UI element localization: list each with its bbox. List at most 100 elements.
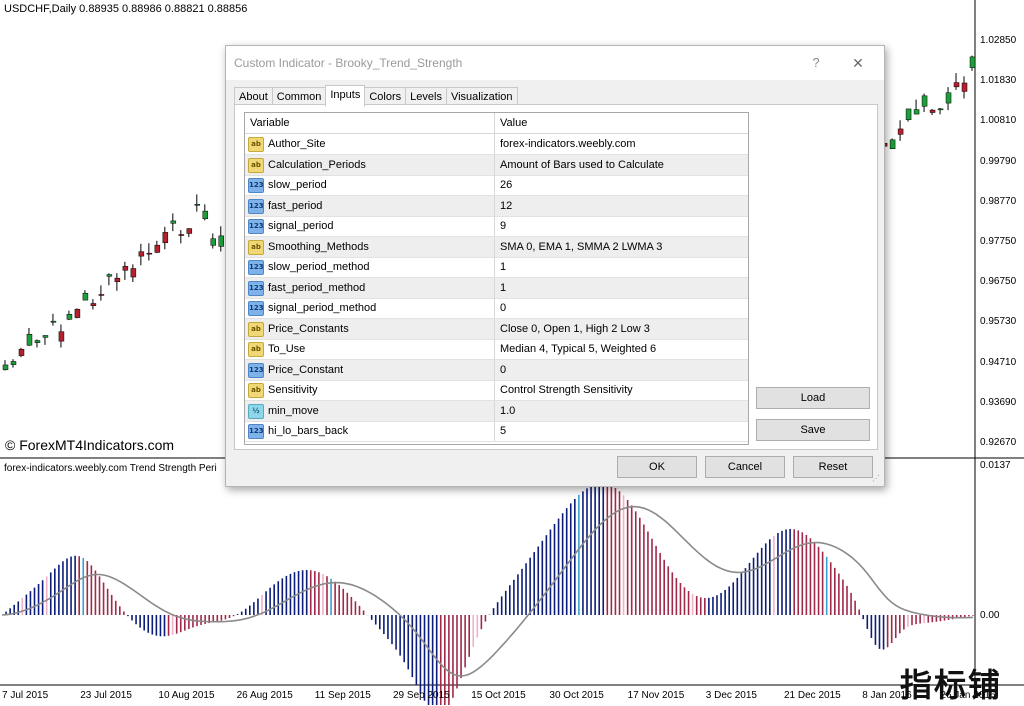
candle-body <box>18 348 25 356</box>
variable-value[interactable]: 12 <box>500 200 512 212</box>
load-button[interactable]: Load <box>756 387 870 409</box>
table-row[interactable]: 123 signal_period 9 <box>245 216 748 237</box>
column-value: Value <box>500 117 528 129</box>
variable-value[interactable]: Median 4, Typical 5, Weighted 6 <box>500 343 656 355</box>
date-tick: 3 Dec 2015 <box>705 690 757 701</box>
candle-body <box>146 252 153 255</box>
date-tick: 30 Oct 2015 <box>549 690 604 701</box>
table-row[interactable]: 123 slow_period 26 <box>245 175 748 196</box>
ok-button[interactable]: OK <box>617 456 697 478</box>
candle-body <box>218 235 225 247</box>
cancel-button[interactable]: Cancel <box>705 456 785 478</box>
variable-name: To_Use <box>268 343 306 355</box>
candle-body <box>106 274 113 277</box>
price-tick: 0.99790 <box>980 155 1017 167</box>
candle-body <box>154 244 161 253</box>
candle-body <box>58 331 65 342</box>
date-tick: 15 Oct 2015 <box>471 690 526 701</box>
variable-value[interactable]: 26 <box>500 179 512 191</box>
table-row[interactable]: ab Price_Constants Close 0, Open 1, High 2… <box>245 318 748 340</box>
candle-body <box>210 238 217 246</box>
date-tick: 21 Dec 2015 <box>784 690 841 701</box>
integer-type-icon: 123 <box>248 362 264 378</box>
dialog-tabs: About Common Inputs Colors Levels Visualizati… <box>234 85 518 107</box>
variable-value[interactable]: 1 <box>500 282 506 294</box>
date-tick: 23 Jul 2015 <box>80 690 132 701</box>
price-tick: 1.00810 <box>980 115 1017 127</box>
candle-body <box>913 109 920 115</box>
price-tick: 1.02850 <box>980 35 1017 46</box>
variable-value[interactable]: Amount of Bars used to Calculate <box>500 159 664 171</box>
variable-value[interactable]: 0 <box>500 302 506 314</box>
variable-name: Price_Constants <box>268 322 349 335</box>
integer-type-icon: 123 <box>248 178 264 193</box>
custom-indicator-dialog: Custom Indicator - Brooky_Trend_Strength… <box>225 45 885 487</box>
reset-button[interactable]: Reset <box>793 456 873 478</box>
candle-body <box>162 232 169 244</box>
indicator-label: forex-indicators.weebly.com Trend Streng… <box>4 463 217 474</box>
inputs-table: Variable Value ab Author_Site forex-indica… <box>244 112 749 445</box>
table-header: Variable Value <box>245 113 748 134</box>
candle-body <box>905 108 912 121</box>
table-row[interactable]: ab Sensitivity Control Strength Sensitivit… <box>245 380 748 401</box>
candle-body <box>194 204 201 206</box>
candle-body <box>937 108 944 111</box>
candle-body <box>130 268 137 278</box>
table-row[interactable]: 123 hi_lo_bars_back 5 <box>245 421 748 442</box>
variable-value[interactable]: SMA 0, EMA 1, SMMA 2 LWMA 3 <box>500 241 662 253</box>
double-type-icon: ½ <box>248 403 264 419</box>
candle-body <box>186 228 193 234</box>
save-button[interactable]: Save <box>756 419 870 441</box>
candle-body <box>953 82 960 88</box>
variable-value[interactable]: forex-indicators.weebly.com <box>500 138 636 150</box>
string-type-icon: ab <box>248 157 264 173</box>
tab-inputs[interactable]: Inputs <box>325 85 366 107</box>
table-row[interactable]: 123 slow_period_method 1 <box>245 257 748 278</box>
table-row[interactable]: 123 fast_period_method 1 <box>245 277 748 299</box>
dialog-titlebar[interactable]: Custom Indicator - Brooky_Trend_Strength… <box>226 46 884 80</box>
variable-value[interactable]: 1 <box>500 261 506 273</box>
candle-body <box>170 220 177 224</box>
candle-body <box>82 292 89 301</box>
variable-value[interactable]: Close 0, Open 1, High 2 Low 3 <box>500 323 650 335</box>
watermark: © ForexMT4Indicators.com <box>5 437 175 453</box>
integer-type-icon: 123 <box>248 280 264 296</box>
date-tick: 26 Jan 2016 <box>940 690 996 701</box>
table-row[interactable]: ab Smoothing_Methods SMA 0, EMA 1, SMMA 2 … <box>245 236 748 258</box>
help-icon[interactable]: ? <box>806 53 826 73</box>
table-row[interactable]: ½ min_move 1.0 <box>245 400 748 422</box>
candle-body <box>90 303 97 306</box>
candle-body <box>897 128 904 135</box>
table-row[interactable]: ab Author_Site forex-indicators.weebly.com <box>245 134 748 155</box>
table-row[interactable]: ab To_Use Median 4, Typical 5, Weighted 6 <box>245 339 748 360</box>
variable-value[interactable]: 5 <box>500 425 506 437</box>
resize-grip-icon[interactable]: ⋰ <box>872 474 882 484</box>
candle-body <box>2 364 9 371</box>
date-tick: 26 Aug 2015 <box>236 690 293 701</box>
date-tick: 17 Nov 2015 <box>627 690 685 701</box>
variable-value[interactable]: 9 <box>500 220 506 232</box>
price-tick: 0.97750 <box>980 236 1017 247</box>
variable-name: fast_period <box>268 199 323 212</box>
candle-body <box>969 56 976 68</box>
indicator-tick: 0.0137 <box>980 460 1011 471</box>
candle-body <box>114 277 121 282</box>
variable-value[interactable]: Control Strength Sensitivity <box>500 384 633 396</box>
variable-name: slow_period <box>268 179 327 191</box>
integer-type-icon: 123 <box>248 198 264 214</box>
table-row[interactable]: 123 fast_period 12 <box>245 195 748 217</box>
table-row[interactable]: ab Calculation_Periods Amount of Bars used… <box>245 154 748 176</box>
variable-value[interactable]: 0 <box>500 364 506 376</box>
table-row[interactable]: 123 signal_period_method 0 <box>245 298 748 319</box>
indicator-tick: 0.00 <box>980 610 1000 621</box>
integer-type-icon: 123 <box>248 424 264 439</box>
variable-name: fast_period_method <box>268 281 366 294</box>
table-row[interactable]: 123 Price_Constant 0 <box>245 359 748 381</box>
close-icon[interactable]: ✕ <box>848 53 868 73</box>
variable-value[interactable]: 1.0 <box>500 405 515 417</box>
date-tick: 11 Sep 2015 <box>314 690 371 701</box>
candle-body <box>26 333 33 346</box>
candle-body <box>74 308 81 318</box>
candle-body <box>66 313 73 320</box>
integer-type-icon: 123 <box>248 260 264 275</box>
